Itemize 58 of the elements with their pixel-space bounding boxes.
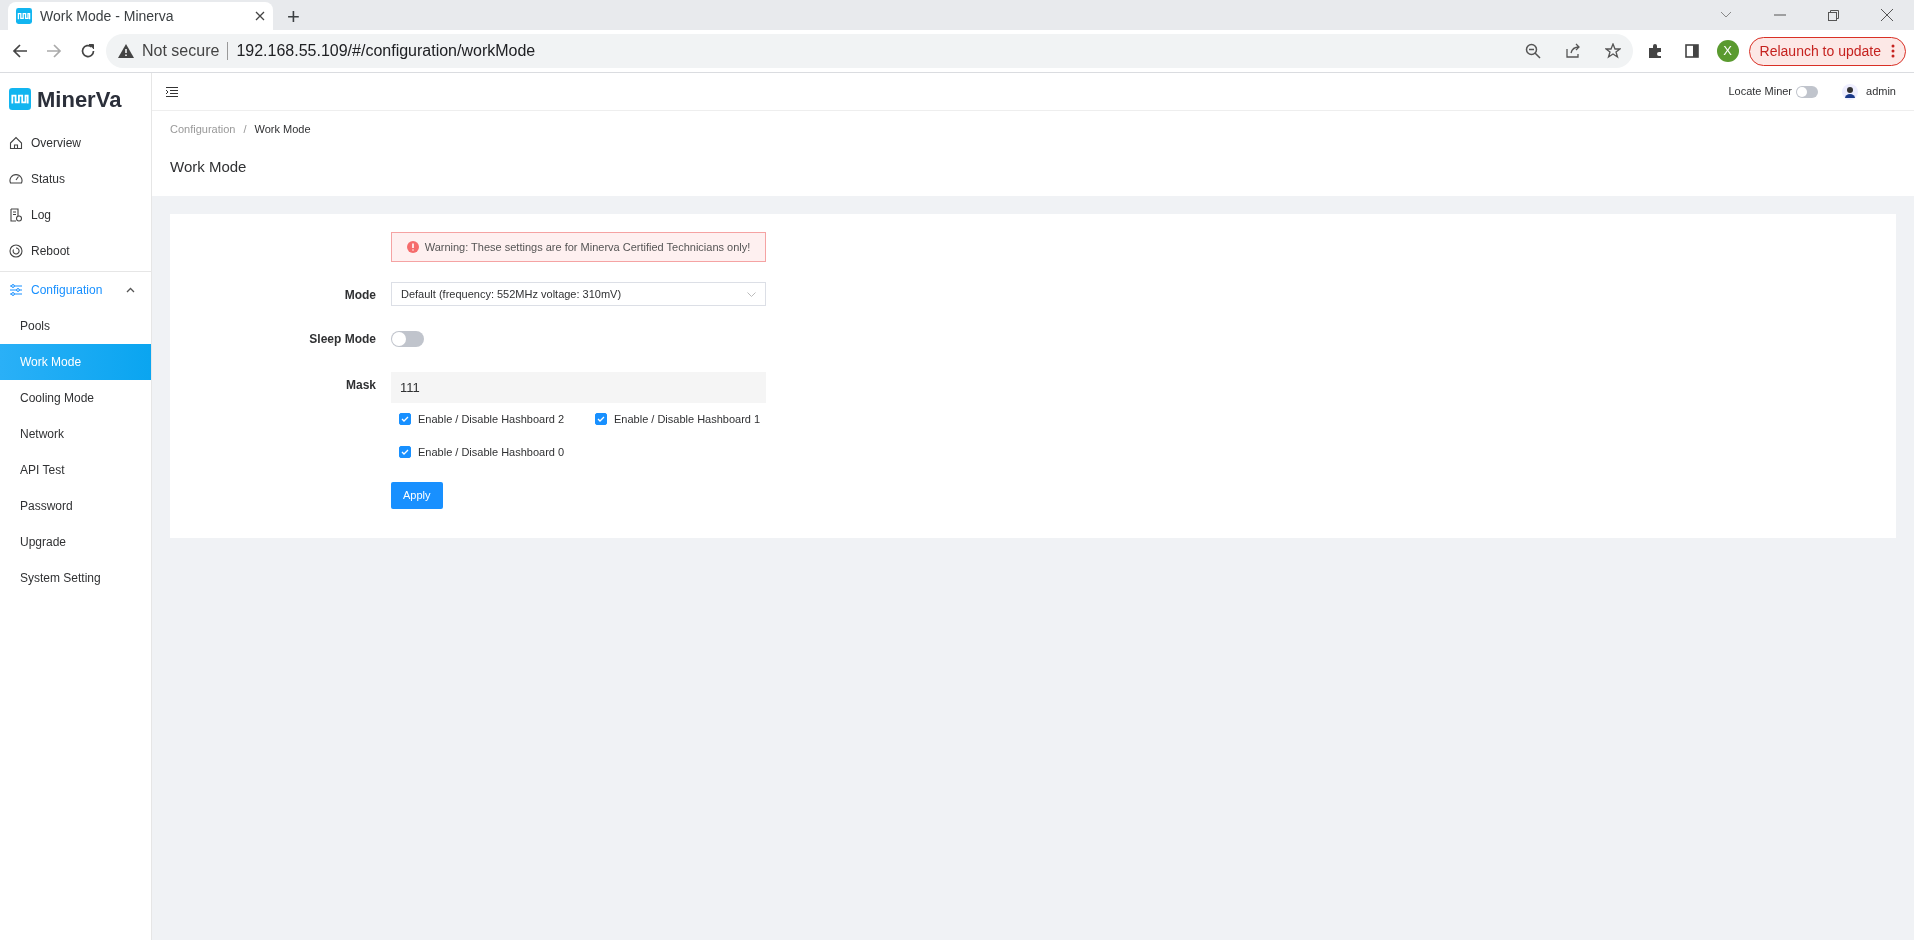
puzzle-icon[interactable] [1646,43,1663,59]
sidebar-item[interactable]: Overview [0,125,151,161]
close-icon[interactable] [1881,9,1893,21]
sidebar-item[interactable]: Pools [0,308,151,344]
user-avatar-icon[interactable] [1842,83,1859,100]
url-field[interactable]: 192.168.55.109/#/configuration/workMode [236,39,1517,63]
field-label: Mask [344,377,376,394]
sidebar-item[interactable]: API Test [0,452,151,488]
zoom-out-icon[interactable] [1524,43,1541,59]
sidebar-item[interactable]: Cooling Mode [0,380,151,416]
warning-icon [118,44,134,58]
sidebar-item[interactable]: Network [0,416,151,452]
sidebar-item[interactable]: Password [0,488,151,524]
browser-tab[interactable]: Work Mode - Minerva [8,2,273,30]
warning-text: Warning: These settings are for Minerva Certified Technicians only! [424,239,751,255]
back-icon[interactable] [12,43,28,59]
menu-icon[interactable] [166,86,178,97]
more-icon[interactable] [1891,44,1895,58]
sidebar-item[interactable]: Reboot [0,233,151,269]
sleep-mode-toggle[interactable] [391,331,424,347]
logo-icon [16,8,32,24]
mask-field[interactable]: 111 [391,372,766,403]
sidebar-item[interactable]: System Setting [0,560,151,596]
sidebar-item[interactable]: Log [0,197,151,233]
sliders-icon [9,283,23,297]
star-icon[interactable] [1604,43,1621,59]
power-cycle-icon [9,244,23,258]
app-logo: MinerVa [37,85,122,114]
mode-select[interactable]: Default (frequency: 552MHz voltage: 310mV) [391,282,766,306]
hashboard-checkbox[interactable]: Enable / Disable Hashboard 0 [399,443,579,460]
locate-miner-label: Locate Miner [1728,84,1793,100]
chevron-up-icon [126,287,135,293]
breadcrumb-separator: / [243,123,247,135]
security-status[interactable]: Not secure [142,39,220,63]
sidebar-item[interactable]: Status [0,161,151,197]
page-title: Work Mode [170,156,248,177]
reload-icon[interactable] [80,43,96,59]
logo-icon [9,88,31,110]
relaunch-button[interactable]: Relaunch to update [1748,36,1906,66]
chevron-down-icon [747,291,756,297]
side-panel-icon[interactable] [1684,44,1699,58]
locate-miner-toggle[interactable] [1796,85,1819,98]
hashboard-checkbox[interactable]: Enable / Disable Hashboard 1 [595,411,761,428]
chevron-down-icon[interactable] [1720,11,1732,19]
restore-icon[interactable] [1828,9,1839,21]
breadcrumb-item: Work Mode [254,123,311,135]
error-icon [406,241,419,253]
document-icon [9,208,23,222]
close-icon[interactable] [255,11,265,21]
home-icon [9,136,23,150]
share-icon[interactable] [1564,43,1581,59]
field-label: Sleep Mode [308,331,376,348]
new-tab-button[interactable]: + [287,6,300,28]
sidebar-item[interactable]: Upgrade [0,524,151,560]
field-label: Mode [343,287,376,304]
hashboard-checkbox[interactable]: Enable / Disable Hashboard 2 [399,411,579,428]
user-name[interactable]: admin [1866,83,1896,100]
gauge-icon [9,172,23,186]
